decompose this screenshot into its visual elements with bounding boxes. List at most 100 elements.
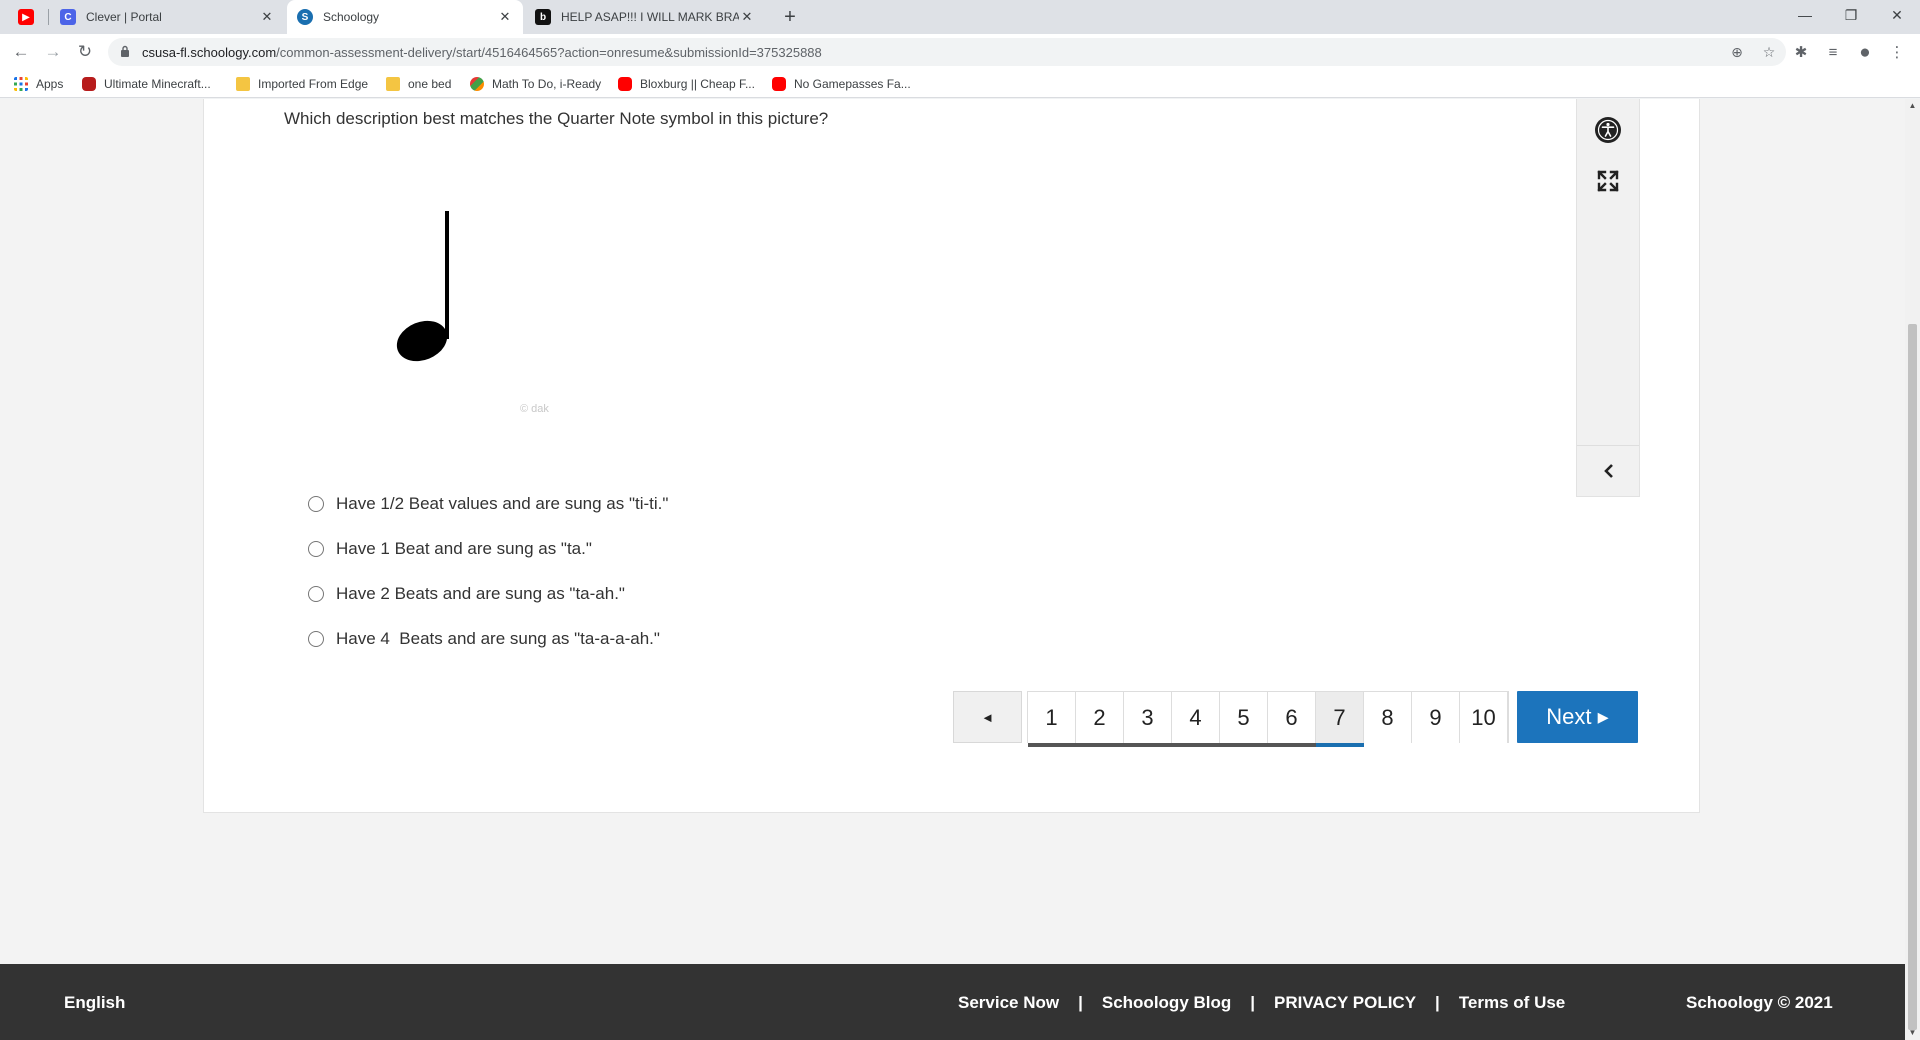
choice-label: Have 1/2 Beat values and are sung as "ti…: [336, 494, 669, 513]
page-button-10[interactable]: 10: [1460, 692, 1508, 743]
page-button-1[interactable]: 1: [1028, 692, 1076, 743]
page-button-8[interactable]: 8: [1364, 692, 1412, 743]
footer-separator: |: [1250, 993, 1256, 1012]
scrollbar-thumb[interactable]: [1908, 324, 1917, 1030]
close-tab-icon[interactable]: ✕: [739, 9, 755, 25]
answer-choice-3[interactable]: Have 2 Beats and are sung as "ta-ah.": [308, 583, 625, 605]
assessment-card: Which description best matches the Quart…: [203, 99, 1700, 813]
tab-title: Clever | Portal: [86, 10, 162, 24]
question-text: Which description best matches the Quart…: [284, 109, 829, 128]
browser-tab-strip: ▶ C Clever | Portal ✕ S Schoology ✕ b HE…: [0, 0, 1920, 34]
chevron-left-icon: [1604, 464, 1613, 478]
restore-window-icon[interactable]: ❐: [1828, 0, 1874, 30]
media-queue-icon[interactable]: ≡: [1822, 42, 1844, 64]
browser-tab-schoology[interactable]: S Schoology ✕: [287, 0, 523, 34]
page-viewport: Which description best matches the Quart…: [0, 99, 1920, 1040]
reload-icon[interactable]: ↻: [73, 40, 97, 64]
page-button-4[interactable]: 4: [1172, 692, 1220, 743]
page-scrollbar[interactable]: ▲ ▼: [1905, 99, 1920, 1040]
footer-link-privacy-policy[interactable]: PRIVACY POLICY: [1274, 993, 1416, 1013]
minecraft-icon: [82, 77, 96, 91]
answer-choice-4[interactable]: Have 4 Beats and are sung as "ta-a-a-ah.…: [308, 628, 660, 650]
next-question-button[interactable]: Next ▸: [1517, 691, 1638, 743]
close-tab-icon[interactable]: ✕: [497, 9, 513, 25]
schoology-icon: S: [297, 9, 313, 25]
page-button-9[interactable]: 9: [1412, 692, 1460, 743]
bookmark-bloxburg[interactable]: Bloxburg || Cheap F...: [618, 76, 755, 92]
quarter-note-image: [396, 211, 449, 362]
bookmark-label: Ultimate Minecraft...: [104, 77, 211, 91]
page-button-5[interactable]: 5: [1220, 692, 1268, 743]
bookmark-star-icon[interactable]: ☆: [1760, 43, 1778, 61]
address-bar[interactable]: csusa-fl.schoology.com/common-assessment…: [108, 38, 1786, 66]
bookmark-label: Apps: [36, 77, 64, 91]
bookmark-ultimate-minecraft[interactable]: Ultimate Minecraft...: [82, 76, 211, 92]
close-tab-icon[interactable]: ✕: [259, 9, 275, 25]
choice-label: Have 1 Beat and are sung as "ta.": [336, 539, 592, 558]
menu-kebab-icon[interactable]: ⋮: [1886, 42, 1908, 64]
bookmark-label: No Gamepasses Fa...: [794, 77, 911, 91]
youtube-icon: ▶: [18, 9, 34, 25]
apps-grid-icon: [14, 77, 28, 91]
bookmark-imported-from-edge[interactable]: Imported From Edge: [236, 76, 368, 92]
extensions-puzzle-icon[interactable]: ✱: [1790, 42, 1812, 64]
bookmark-label: Bloxburg || Cheap F...: [640, 77, 755, 91]
bookmark-label: one bed: [408, 77, 452, 91]
folder-icon: [236, 77, 250, 91]
youtube-icon: [772, 77, 786, 91]
tools-panel: [1576, 99, 1640, 497]
browser-tab-clever[interactable]: C Clever | Portal ✕: [50, 0, 285, 34]
radio-button[interactable]: [308, 496, 324, 512]
footer-link-service-now[interactable]: Service Now: [958, 993, 1059, 1013]
answered-progress-underline: [1028, 743, 1316, 747]
radio-button[interactable]: [308, 586, 324, 602]
footer-link-terms-of-use[interactable]: Terms of Use: [1459, 993, 1565, 1013]
page-button-7-current[interactable]: 7: [1316, 692, 1364, 743]
close-window-icon[interactable]: ✕: [1874, 0, 1920, 30]
copyright-text: Schoology © 2021: [1686, 993, 1833, 1012]
image-watermark: © dak: [520, 403, 549, 415]
footer-link-schoology-blog[interactable]: Schoology Blog: [1102, 993, 1231, 1013]
page-button-3[interactable]: 3: [1124, 692, 1172, 743]
folder-icon: [386, 77, 400, 91]
url-path: /common-assessment-delivery/start/451646…: [276, 45, 822, 60]
previous-question-button[interactable]: ◄: [953, 691, 1022, 743]
minimize-window-icon[interactable]: —: [1782, 0, 1828, 30]
scroll-up-arrow-icon[interactable]: ▲: [1905, 99, 1920, 113]
language-selector[interactable]: English: [64, 993, 125, 1013]
forward-arrow-icon[interactable]: →: [41, 40, 65, 64]
url-host: csusa-fl.schoology.com: [142, 45, 277, 60]
bookmark-no-gamepasses[interactable]: No Gamepasses Fa...: [772, 76, 911, 92]
tab-title: HELP ASAP!!! I WILL MARK BRAI: [561, 10, 739, 24]
bookmark-math-to-do[interactable]: Math To Do, i-Ready: [470, 76, 601, 92]
choice-label: Have 2 Beats and are sung as "ta-ah.": [336, 584, 625, 603]
new-tab-button[interactable]: +: [776, 4, 804, 30]
current-page-indicator: [1316, 743, 1364, 747]
clever-icon: C: [60, 9, 76, 25]
back-arrow-icon[interactable]: ←: [9, 40, 33, 64]
footer-links: Service Now | Schoology Blog | PRIVACY P…: [958, 993, 1565, 1013]
fullscreen-expand-icon[interactable]: [1596, 169, 1620, 193]
footer-separator: |: [1078, 993, 1083, 1012]
browser-tab-youtube[interactable]: ▶: [8, 0, 48, 34]
answer-choice-2[interactable]: Have 1 Beat and are sung as "ta.": [308, 538, 592, 560]
brainly-icon: b: [535, 9, 551, 25]
bookmark-one-bed[interactable]: one bed: [386, 76, 451, 92]
page-button-2[interactable]: 2: [1076, 692, 1124, 743]
page-button-6[interactable]: 6: [1268, 692, 1316, 743]
choice-label: Have 4 Beats and are sung as "ta-a-a-ah.…: [336, 629, 660, 648]
question-pagination: 1 2 3 4 5 6 7 8 9 10: [1027, 691, 1509, 747]
bookmark-apps[interactable]: Apps: [14, 76, 63, 92]
collapse-tools-button[interactable]: [1577, 445, 1639, 496]
site-footer: English Service Now | Schoology Blog | P…: [0, 964, 1905, 1040]
answer-choice-1[interactable]: Have 1/2 Beat values and are sung as "ti…: [308, 493, 668, 515]
youtube-icon: [618, 77, 632, 91]
profile-avatar-icon[interactable]: ●: [1854, 42, 1876, 64]
browser-toolbar: ← → ↻ csusa-fl.schoology.com/common-asse…: [0, 34, 1920, 70]
browser-tab-brainly[interactable]: b HELP ASAP!!! I WILL MARK BRAI ✕: [525, 0, 765, 34]
scroll-down-arrow-icon[interactable]: ▼: [1905, 1026, 1920, 1040]
radio-button[interactable]: [308, 541, 324, 557]
accessibility-icon[interactable]: [1595, 117, 1621, 143]
radio-button[interactable]: [308, 631, 324, 647]
zoom-icon[interactable]: ⊕: [1728, 43, 1746, 61]
